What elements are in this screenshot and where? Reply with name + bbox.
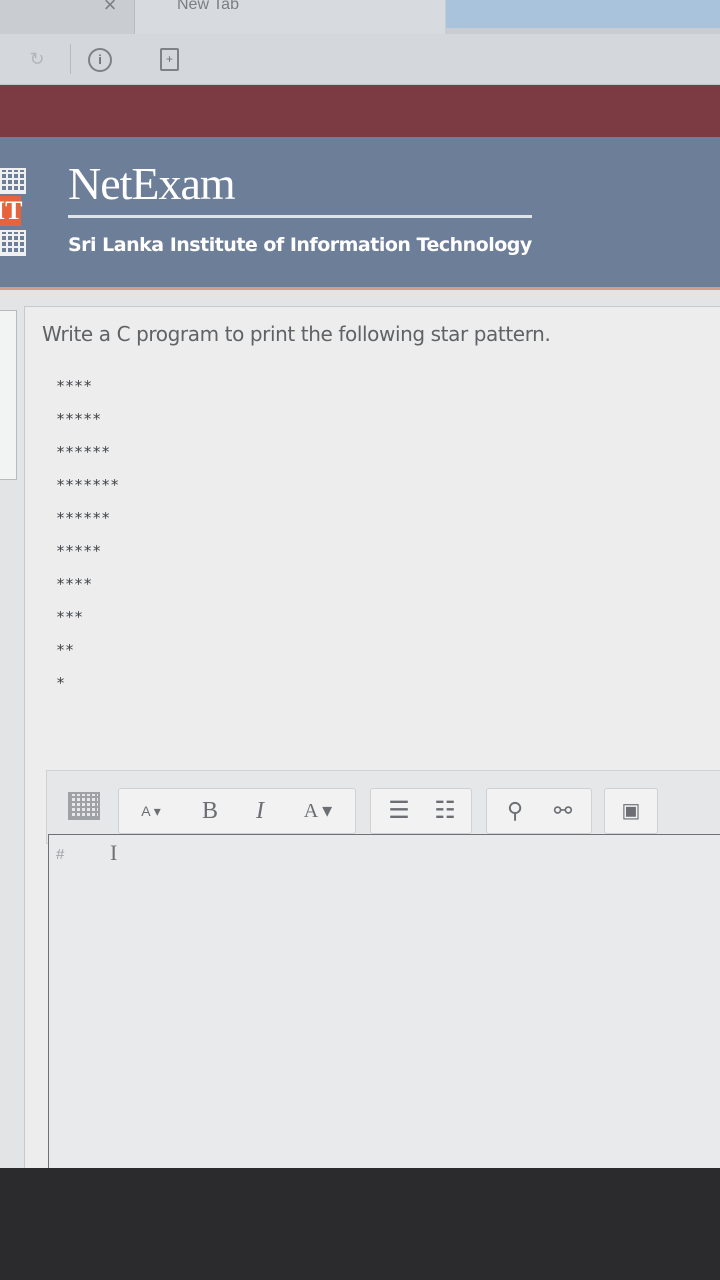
new-tab-area[interactable] (446, 0, 720, 28)
institute-name: Sri Lanka Institute of Information Techn… (68, 234, 532, 256)
tab-title: New Tab (177, 0, 239, 13)
font-size-button[interactable]: A ▾ (125, 789, 177, 833)
browser-toolbar: ↻ i + (0, 34, 720, 85)
image-icon[interactable]: ▣ (609, 789, 653, 833)
pattern-row: ****** (56, 509, 111, 527)
pattern-row: ***** (56, 410, 102, 428)
toolbar-toggle-icon[interactable] (68, 792, 100, 820)
pattern-row: **** (56, 377, 93, 395)
logo-grid-icon (0, 168, 26, 194)
editor-content: # (56, 846, 65, 863)
pattern-row: ******* (56, 476, 120, 494)
logo-it-text: IT (0, 196, 22, 226)
info-icon[interactable]: i (88, 48, 112, 72)
unlink-icon[interactable]: ⚯ (541, 789, 585, 833)
pattern-row: ** (56, 641, 75, 659)
brand-divider (68, 215, 532, 218)
site-brand: NetExam (68, 158, 236, 209)
unordered-list-icon[interactable]: ☰ (377, 789, 421, 833)
link-group: ⚲ ⚯ (486, 788, 592, 834)
pattern-row: * (56, 674, 66, 692)
italic-button[interactable]: I (237, 789, 283, 833)
reload-icon[interactable]: ↻ (26, 48, 48, 70)
bold-button[interactable]: B (187, 789, 233, 833)
question-prompt: Write a C program to print the following… (42, 322, 551, 346)
dropdown-arrow-icon: ▾ (317, 800, 333, 822)
pattern-row: ****** (56, 443, 111, 461)
browser-tab[interactable]: New Tab (134, 0, 445, 34)
font-color-icon: A (303, 800, 318, 822)
font-color-button[interactable]: A ▾ (287, 789, 349, 833)
answer-editor[interactable] (48, 834, 720, 1176)
question-nav-panel[interactable] (0, 310, 17, 480)
top-nav-bar (0, 85, 720, 137)
link-icon[interactable]: ⚲ (493, 789, 537, 833)
tab-close-icon[interactable]: × (96, 0, 124, 16)
text-format-group: A ▾ B I A ▾ (118, 788, 356, 834)
sliit-logo: IT (0, 168, 26, 258)
text-cursor-icon: I (110, 840, 118, 865)
page-add-icon[interactable]: + (160, 48, 179, 71)
dropdown-arrow-icon: ▾ (149, 803, 161, 819)
ordered-list-icon[interactable]: ☷ (423, 789, 467, 833)
logo-grid-icon (0, 230, 26, 256)
list-group: ☰ ☷ (370, 788, 472, 834)
media-group: ▣ (604, 788, 658, 834)
pattern-row: **** (56, 575, 93, 593)
pattern-row: *** (56, 608, 84, 626)
toolbar-divider (70, 44, 71, 74)
star-pattern: **** ***** ****** ******* ****** ***** *… (56, 370, 119, 700)
font-size-icon: A (141, 803, 150, 819)
pattern-row: ***** (56, 542, 102, 560)
monitor-bezel (0, 1168, 720, 1280)
